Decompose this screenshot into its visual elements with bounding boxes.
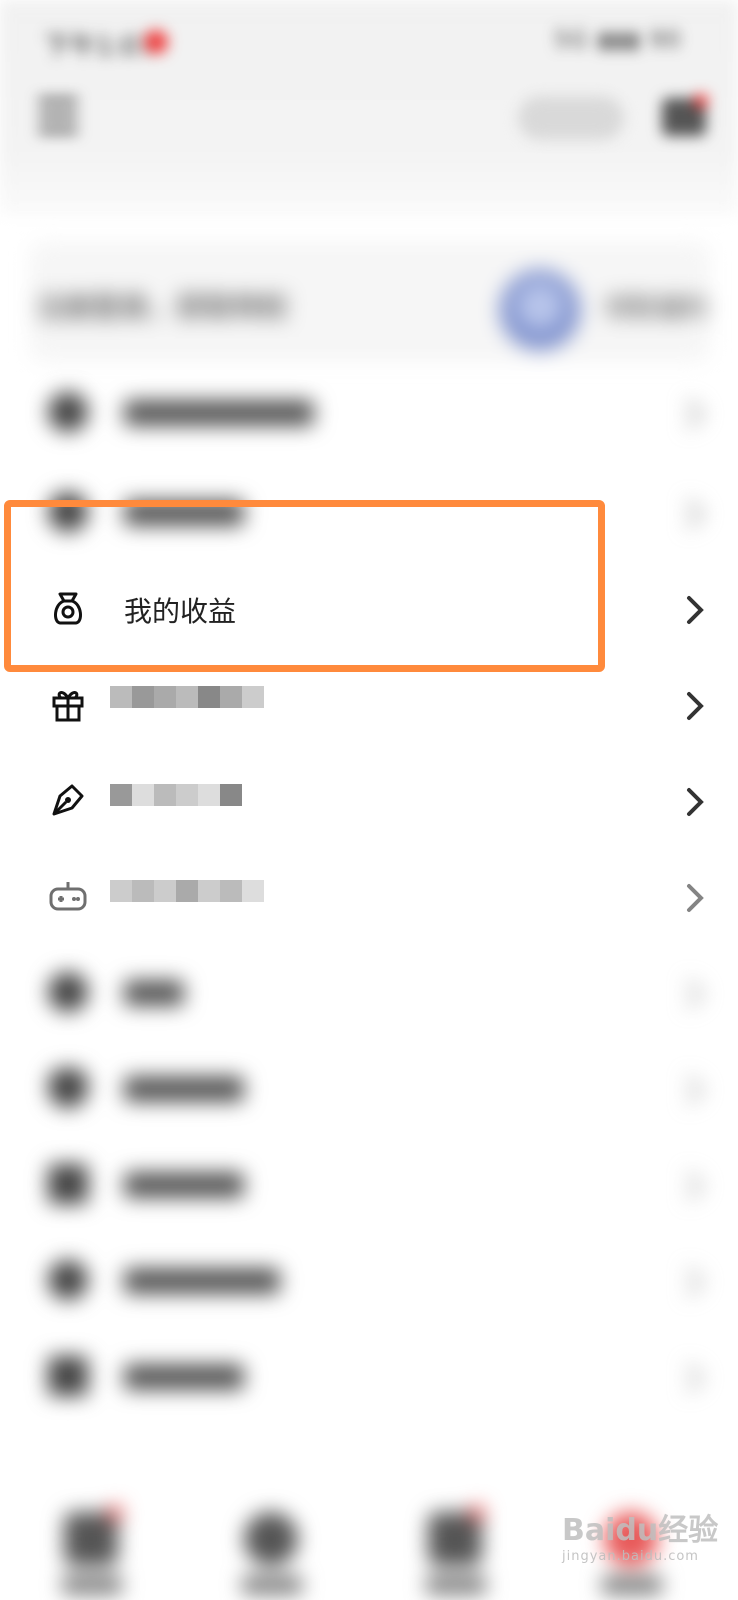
- chevron-right-icon: [687, 1268, 704, 1296]
- tab-label: [62, 1576, 122, 1594]
- menu-row-1[interactable]: [0, 366, 738, 464]
- tab-label: [602, 1576, 662, 1594]
- blurred-label: [124, 980, 184, 1006]
- blurred-icon: [48, 1260, 88, 1300]
- tab-label: [242, 1576, 302, 1594]
- status-indicators: 5G ▮▮▮ 90: [554, 28, 682, 53]
- blurred-icon: [48, 392, 88, 432]
- menu-icon[interactable]: [38, 98, 78, 138]
- menu-row-10[interactable]: [0, 1234, 738, 1332]
- tab-badge: [470, 1506, 484, 1520]
- avatar[interactable]: [500, 270, 580, 350]
- chevron-right-icon: [687, 1364, 704, 1392]
- screen: 下午1:07 5G ▮▮▮ 90 注册登录，获取特权 领取福利 我的收益 Bai…: [0, 0, 738, 1600]
- menu-row-creation[interactable]: [0, 754, 738, 852]
- menu-row-gift[interactable]: [0, 658, 738, 756]
- pixelated-label: [110, 784, 242, 828]
- watermark: Baidu经验 jingyan.baidu.com: [562, 1505, 718, 1564]
- chevron-right-icon: [687, 1172, 704, 1200]
- chevron-right-icon: [687, 980, 704, 1008]
- menu-row-7[interactable]: [0, 946, 738, 1044]
- menu-row-8[interactable]: [0, 1042, 738, 1140]
- blurred-icon: [48, 1068, 88, 1108]
- watermark-url: jingyan.baidu.com: [562, 1549, 699, 1564]
- blurred-label: [124, 1268, 280, 1294]
- tab-video-icon[interactable]: [428, 1512, 482, 1566]
- tab-home-icon[interactable]: [64, 1512, 118, 1566]
- notification-dot: [144, 30, 168, 54]
- blurred-label: [124, 1364, 244, 1390]
- tab-discover-icon[interactable]: [244, 1512, 298, 1566]
- reward-label[interactable]: 领取福利: [604, 288, 708, 325]
- chevron-right-icon: [687, 692, 704, 720]
- message-badge: [694, 94, 708, 108]
- pixelated-label: [110, 686, 264, 730]
- signin-button[interactable]: [518, 96, 624, 140]
- status-time: 下午1:07: [44, 32, 155, 62]
- tab-label: [426, 1576, 486, 1594]
- highlight-box: [4, 500, 605, 672]
- chevron-right-icon: [687, 596, 704, 624]
- blurred-icon: [48, 1164, 88, 1204]
- pixelated-label: [110, 880, 264, 924]
- chevron-right-icon: [687, 788, 704, 816]
- blurred-icon: [48, 1356, 88, 1396]
- blurred-label: [124, 400, 314, 426]
- chevron-right-icon: [687, 884, 704, 912]
- chevron-right-icon: [687, 500, 704, 528]
- tab-badge: [108, 1506, 122, 1520]
- login-prompt[interactable]: 注册登录，获取特权: [36, 286, 288, 326]
- menu-row-11[interactable]: [0, 1330, 738, 1428]
- menu-row-9[interactable]: [0, 1138, 738, 1236]
- blurred-icon: [48, 972, 88, 1012]
- blurred-label: [124, 1076, 244, 1102]
- gift-icon: [52, 691, 84, 722]
- watermark-brand: Baidu经验: [562, 1513, 719, 1548]
- chevron-right-icon: [687, 400, 704, 428]
- pen-nib-icon: [52, 784, 84, 816]
- gamepad-icon: [49, 882, 87, 911]
- menu-row-games[interactable]: [0, 850, 738, 948]
- blurred-label: [124, 1172, 244, 1198]
- chevron-right-icon: [687, 1076, 704, 1104]
